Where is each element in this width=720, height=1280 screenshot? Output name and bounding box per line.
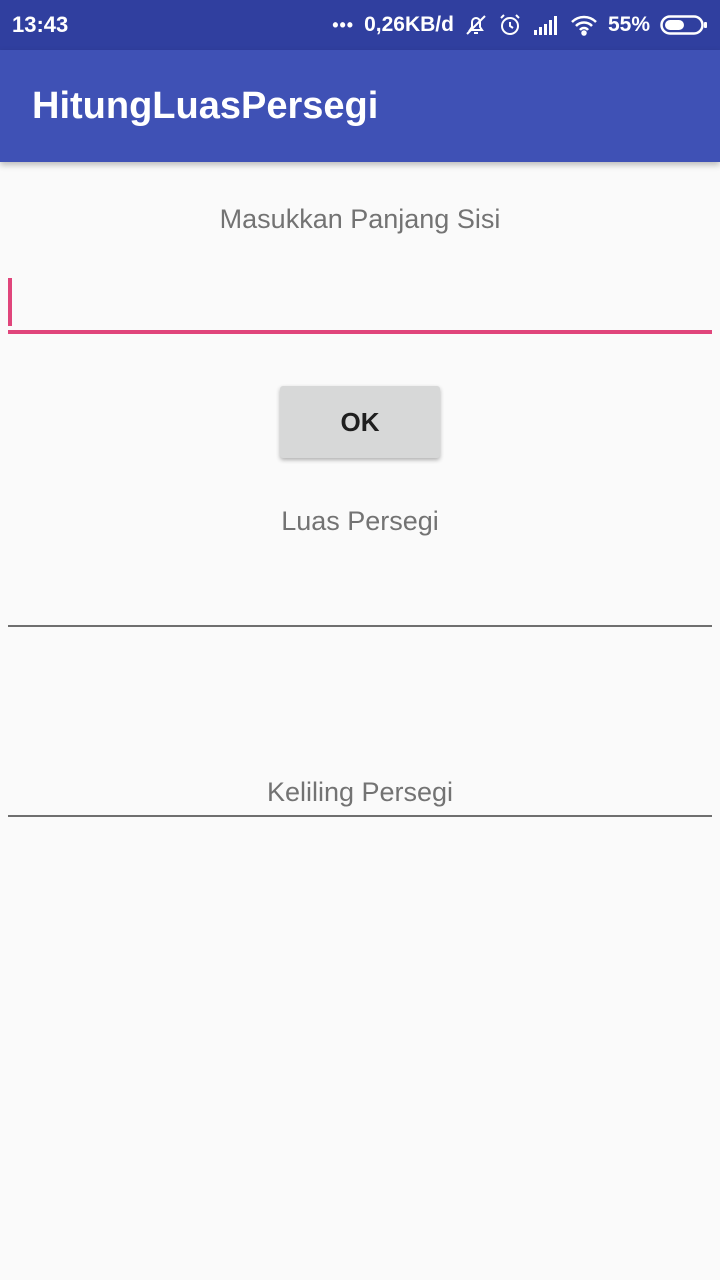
app-bar: HitungLuasPersegi xyxy=(0,50,720,162)
text-cursor xyxy=(8,278,12,326)
status-bar: 13:43 ••• 0,26KB/d 55% xyxy=(0,0,720,50)
ok-button[interactable]: OK xyxy=(280,386,440,458)
notifications-off-icon xyxy=(464,13,488,37)
cell-signal-icon xyxy=(532,14,560,36)
area-label: Luas Persegi xyxy=(281,506,439,536)
side-length-input[interactable] xyxy=(8,276,712,334)
battery-percent: 55% xyxy=(607,13,650,36)
battery-icon xyxy=(660,13,708,37)
app-title: HitungLuasPersegi xyxy=(32,84,379,127)
area-result-field[interactable] xyxy=(8,560,712,627)
wifi-icon xyxy=(570,14,598,36)
status-icons: ••• 0,26KB/d 55% xyxy=(332,13,708,37)
more-dots-icon: ••• xyxy=(332,14,355,35)
network-speed: 0,26KB/d xyxy=(364,13,454,36)
alarm-icon xyxy=(498,13,522,37)
status-time: 13:43 xyxy=(12,12,69,37)
perimeter-result-field[interactable] xyxy=(8,800,712,817)
side-length-label: Masukkan Panjang Sisi xyxy=(219,204,501,234)
